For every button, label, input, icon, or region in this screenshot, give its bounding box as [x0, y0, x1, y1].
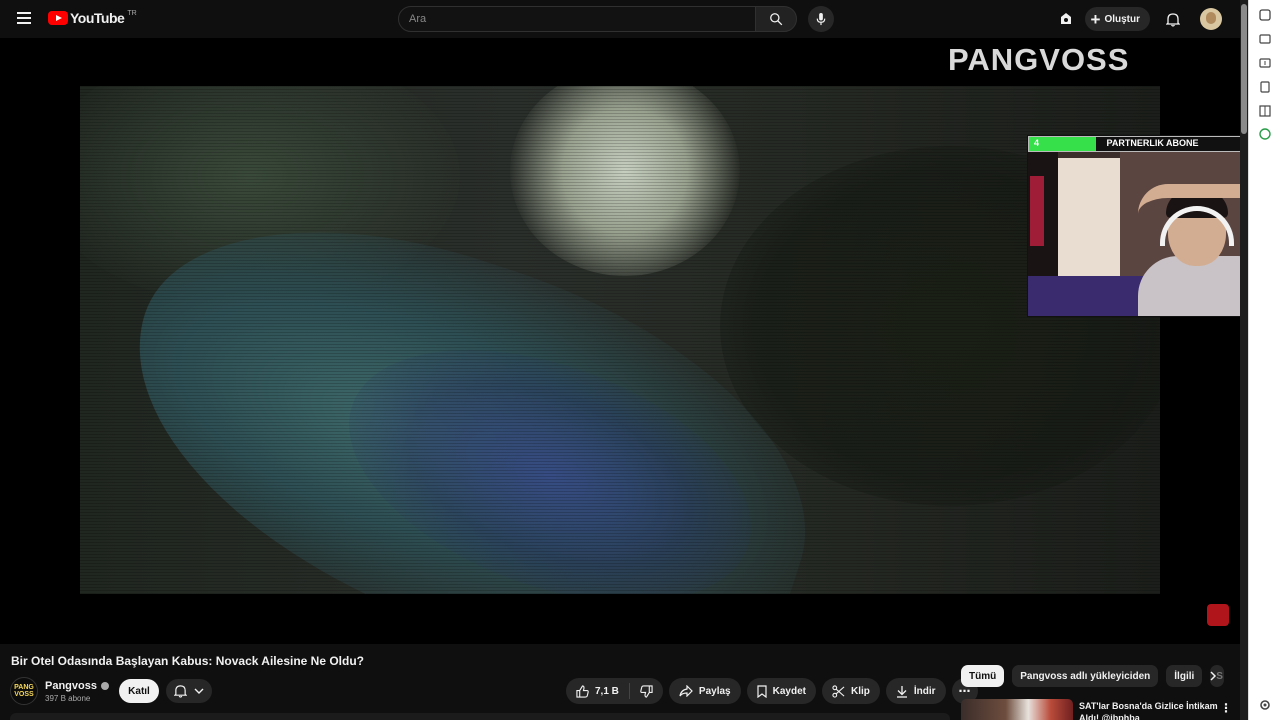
dislike-button[interactable]	[630, 684, 663, 698]
sidebar-icon-1[interactable]	[1258, 32, 1272, 46]
download-button[interactable]: İndir	[885, 678, 946, 704]
verified-icon	[100, 681, 109, 690]
download-label: İndir	[913, 685, 936, 697]
bell-icon	[173, 685, 187, 698]
more-icon[interactable]: ⋮	[1220, 701, 1232, 715]
youtube-logo[interactable]: YouTube TR	[48, 10, 137, 26]
related-filter-chips: Tümü Pangvoss adlı yükleyiciden İlgili S	[961, 665, 1232, 687]
scrollbar-thumb[interactable]	[1241, 4, 1247, 134]
sidebar-icon-3[interactable]	[1258, 80, 1272, 94]
clip-label: Klip	[850, 685, 870, 697]
youtube-badge-icon	[1207, 604, 1229, 626]
account-avatar[interactable]	[1200, 8, 1222, 30]
share-label: Paylaş	[698, 685, 731, 697]
chip-all[interactable]: Tümü	[961, 665, 1005, 687]
masthead: YouTube TR + Oluştur	[0, 0, 1248, 38]
channel-name-row[interactable]: Pangvoss	[45, 680, 109, 692]
notifications-button[interactable]	[1160, 6, 1186, 32]
video-title: Bir Otel Odasında Başlayan Kabus: Novack…	[11, 654, 364, 668]
save-icon	[757, 684, 767, 698]
chips-next-button[interactable]	[1204, 667, 1222, 685]
youtube-logo-icon	[48, 11, 68, 25]
scissors-icon	[832, 684, 845, 698]
video-frame	[80, 86, 1160, 594]
join-button[interactable]: Katıl	[119, 679, 159, 703]
logo-text: YouTube	[70, 10, 125, 26]
streamer-image	[1138, 184, 1248, 316]
recommended-video[interactable]: SAT'lar Bosna'da Gizlice İntikam Aldı! @…	[961, 699, 1241, 720]
share-icon	[679, 685, 693, 697]
search-button[interactable]	[755, 6, 797, 32]
cast-icon	[1060, 13, 1071, 24]
masthead-right: + Oluştur	[1053, 6, 1249, 32]
channel-avatar[interactable]: PANG VOSS	[10, 677, 38, 705]
like-button[interactable]: 7,1 B	[566, 683, 630, 699]
subscriber-goal-bar: 4 PARTNERLIK ABONE 15	[1028, 136, 1248, 152]
sidebar-icon-5[interactable]	[1258, 127, 1272, 141]
like-icon	[576, 684, 589, 698]
share-button[interactable]: Paylaş	[668, 678, 741, 704]
like-dislike-group: 7,1 B	[566, 678, 663, 704]
chevron-right-icon	[1210, 671, 1217, 681]
search-box	[398, 6, 756, 32]
video-player[interactable]: PANGVOSS 4 PARTNERLIK ABONE 15	[0, 38, 1248, 644]
search-input[interactable]	[399, 7, 755, 31]
subscriber-count: 397 B abone	[45, 693, 91, 703]
dislike-icon	[640, 684, 653, 698]
sidebar-icon-4[interactable]	[1258, 104, 1272, 118]
channel-name[interactable]: Pangvoss	[45, 680, 97, 692]
mic-icon	[816, 12, 826, 25]
save-label: Kaydet	[772, 685, 806, 697]
like-count: 7,1 B	[595, 685, 619, 697]
channel-watermark: PANGVOSS	[948, 42, 1130, 77]
extension-icon[interactable]	[1258, 8, 1272, 22]
subscription-bell-button[interactable]	[166, 679, 212, 703]
voice-search-button[interactable]	[808, 6, 834, 32]
recommended-title[interactable]: SAT'lar Bosna'da Gizlice İntikam Aldı! @…	[1079, 700, 1219, 720]
video-actions: 7,1 B Paylaş Kaydet Klip İndir ⋯	[566, 678, 978, 704]
sidebar-icon-2[interactable]	[1258, 56, 1272, 70]
create-button[interactable]: + Oluştur	[1084, 7, 1150, 31]
search-icon	[770, 13, 783, 26]
chip-related[interactable]: İlgili	[1166, 665, 1203, 687]
browser-sidebar	[1248, 0, 1280, 720]
goal-label: PARTNERLIK ABONE	[1106, 138, 1199, 148]
plus-icon: +	[1090, 9, 1101, 29]
webcam-overlay: 4 PARTNERLIK ABONE 15	[1027, 135, 1248, 317]
bell-icon	[1166, 12, 1180, 27]
description-box-edge	[10, 713, 950, 720]
create-label: Oluştur	[1104, 13, 1140, 25]
channel-info: PANG VOSS Pangvoss 397 B abone	[10, 677, 109, 705]
download-icon	[896, 685, 907, 698]
channel-meta: Pangvoss 397 B abone	[45, 680, 109, 703]
menu-icon[interactable]	[14, 9, 34, 29]
country-code: TR	[127, 9, 137, 17]
chevron-down-icon	[194, 688, 204, 694]
settings-icon[interactable]	[1258, 698, 1272, 712]
recommended-thumbnail[interactable]	[961, 699, 1073, 720]
page-scrollbar[interactable]	[1240, 0, 1248, 720]
clip-button[interactable]: Klip	[821, 678, 880, 704]
cast-button[interactable]	[1053, 6, 1079, 32]
save-button[interactable]: Kaydet	[746, 678, 816, 704]
chip-from-uploader[interactable]: Pangvoss adlı yükleyiciden	[1012, 665, 1159, 687]
